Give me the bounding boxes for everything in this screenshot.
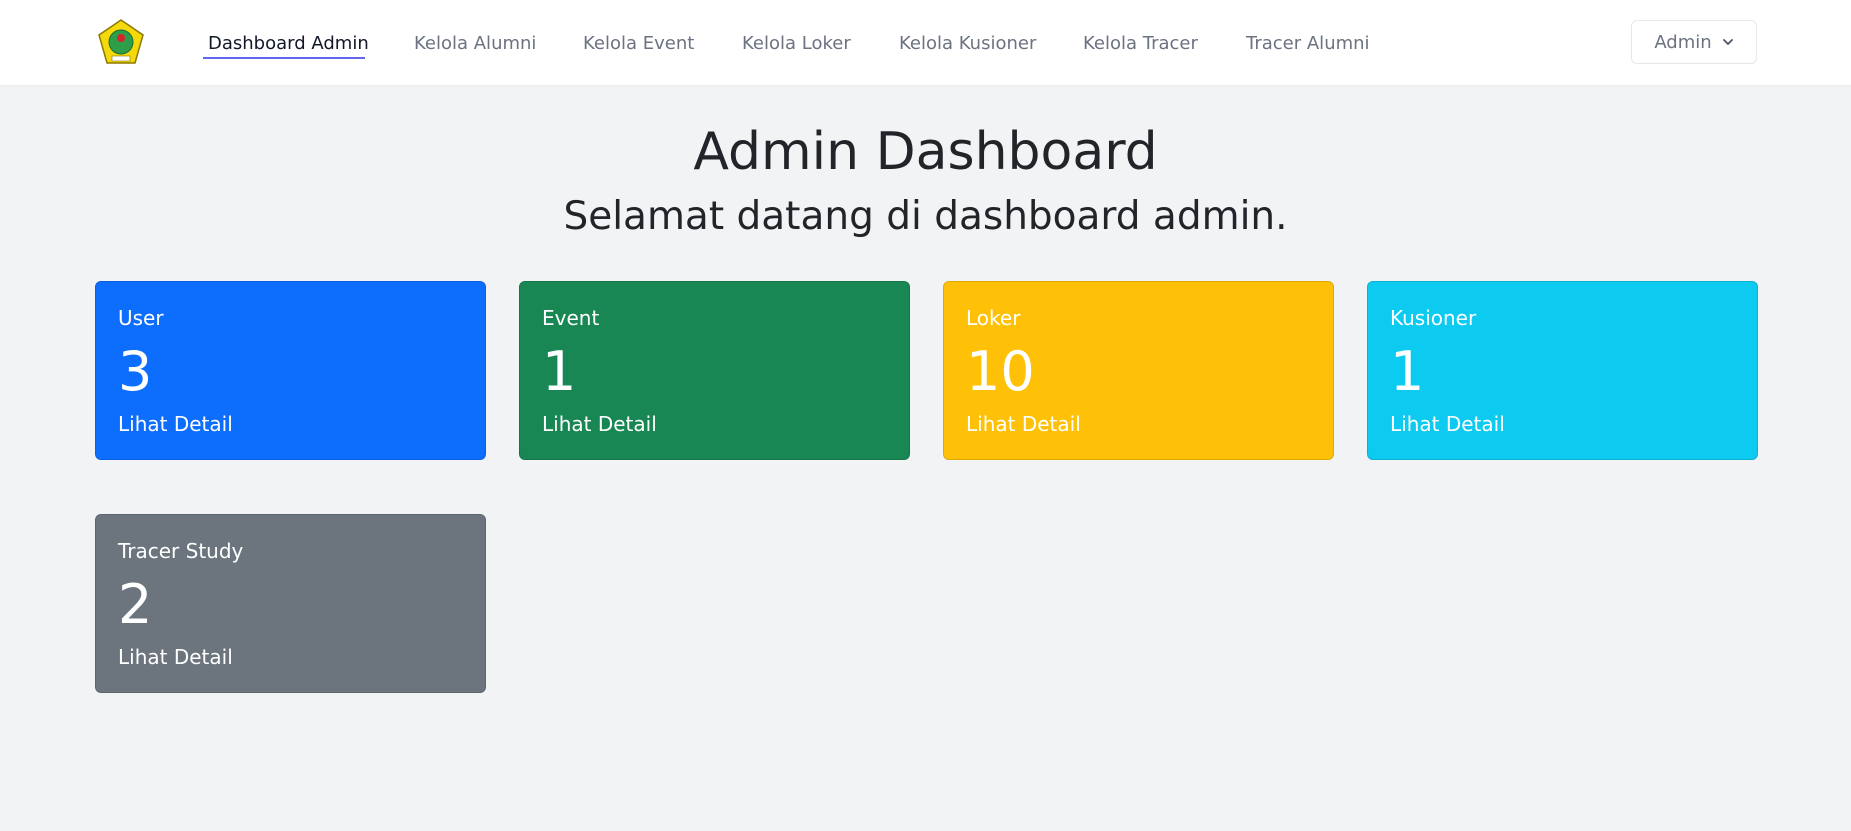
page-subtitle: Selamat datang di dashboard admin. bbox=[563, 194, 1288, 239]
nav-kelola-alumni[interactable]: Kelola Alumni bbox=[414, 32, 536, 56]
stat-card-kusioner: Kusioner 1 Lihat Detail bbox=[1367, 281, 1758, 460]
stat-card-count: 1 bbox=[1390, 340, 1425, 403]
stat-card-title: Tracer Study bbox=[118, 539, 244, 563]
stat-card-title: Event bbox=[542, 306, 600, 330]
stat-card-count: 10 bbox=[966, 340, 1035, 403]
top-navbar: Dashboard Admin Kelola Alumni Kelola Eve… bbox=[0, 0, 1851, 85]
stat-card-event: Event 1 Lihat Detail bbox=[519, 281, 910, 460]
active-nav-underline bbox=[203, 57, 365, 59]
institution-logo[interactable] bbox=[96, 18, 146, 66]
stat-card-title: Kusioner bbox=[1390, 306, 1477, 330]
admin-user-menu-label: Admin bbox=[1654, 31, 1712, 53]
view-detail-link[interactable]: Lihat Detail bbox=[118, 643, 233, 671]
page-title: Admin Dashboard bbox=[693, 122, 1158, 182]
nav-dashboard-admin[interactable]: Dashboard Admin bbox=[208, 32, 369, 56]
stat-card-count: 3 bbox=[118, 340, 153, 403]
nav-kelola-kusioner[interactable]: Kelola Kusioner bbox=[899, 32, 1036, 56]
nav-kelola-tracer[interactable]: Kelola Tracer bbox=[1083, 32, 1198, 56]
nav-kelola-event[interactable]: Kelola Event bbox=[583, 32, 694, 56]
view-detail-link[interactable]: Lihat Detail bbox=[542, 410, 657, 438]
stat-card-title: User bbox=[118, 306, 164, 330]
stat-card-user: User 3 Lihat Detail bbox=[95, 281, 486, 460]
stat-card-loker: Loker 10 Lihat Detail bbox=[943, 281, 1334, 460]
chevron-down-icon bbox=[1722, 39, 1733, 45]
stat-card-tracer-study: Tracer Study 2 Lihat Detail bbox=[95, 514, 486, 693]
stat-card-count: 1 bbox=[542, 340, 577, 403]
view-detail-link[interactable]: Lihat Detail bbox=[1390, 410, 1505, 438]
logo-emblem bbox=[98, 19, 144, 64]
view-detail-link[interactable]: Lihat Detail bbox=[118, 410, 233, 438]
stat-card-title: Loker bbox=[966, 306, 1021, 330]
admin-user-menu-button[interactable]: Admin bbox=[1631, 20, 1757, 64]
view-detail-link[interactable]: Lihat Detail bbox=[966, 410, 1081, 438]
nav-tracer-alumni[interactable]: Tracer Alumni bbox=[1246, 32, 1370, 56]
nav-kelola-loker[interactable]: Kelola Loker bbox=[742, 32, 851, 56]
stat-card-count: 2 bbox=[118, 573, 153, 636]
